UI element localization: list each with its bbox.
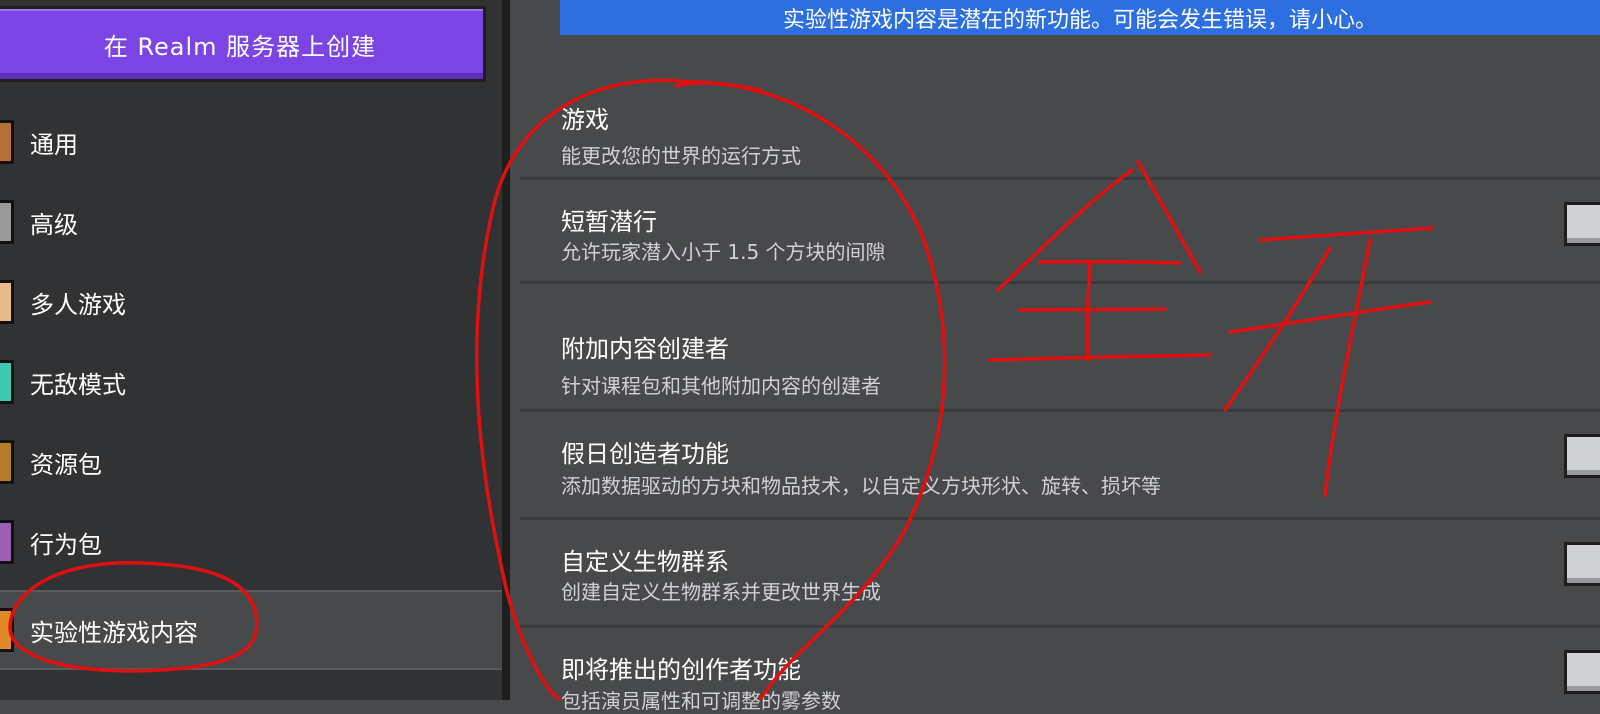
setting-short-sneaking: 短暂潜行 允许玩家潜入小于 1.5 个方块的间隙 — [520, 180, 1600, 284]
sidebar-item-label: 通用 — [30, 130, 78, 159]
sidebar-item-behavior-packs[interactable]: 行为包 — [0, 502, 502, 582]
setting-description: 添加数据驱动的方块和物品技术，以自定义方块形状、旋转、损坏等 — [561, 474, 1161, 498]
sidebar-item-label: 实验性游戏内容 — [30, 618, 198, 647]
upcoming-creator-features-toggle[interactable] — [1564, 650, 1600, 694]
short-sneaking-toggle[interactable] — [1564, 202, 1600, 246]
holiday-creator-features-toggle[interactable] — [1564, 434, 1600, 478]
section-gameplay: 游戏 能更改您的世界的运行方式 — [520, 86, 1600, 180]
sidebar-item-advanced[interactable]: 高级 — [0, 182, 502, 262]
sidebar-item-label: 多人游戏 — [30, 290, 126, 319]
setting-description: 创建自定义生物群系并更改世界生成 — [561, 580, 881, 604]
setting-upcoming-creator-features: 即将推出的创作者功能 包括演员属性和可调整的雾参数 — [520, 628, 1600, 713]
experiments-icon — [0, 608, 14, 652]
multiplayer-icon — [0, 280, 14, 324]
behavior-pack-icon — [0, 520, 14, 564]
settings-sidebar: 在 Realm 服务器上创建 通用 高级 多人游戏 无敌模式 资源包 行为包 实… — [0, 0, 510, 700]
resource-pack-icon — [0, 440, 14, 484]
setting-title: 附加内容创建者 — [561, 335, 729, 363]
experimental-warning-banner: 实验性游戏内容是潜在的新功能。可能会发生错误，请小心。 — [560, 0, 1600, 35]
cheats-icon — [0, 360, 14, 404]
setting-description: 针对课程包和其他附加内容的创建者 — [561, 374, 881, 398]
custom-biomes-toggle[interactable] — [1564, 542, 1600, 586]
setting-title: 即将推出的创作者功能 — [561, 656, 801, 684]
gear-icon — [0, 120, 14, 164]
sidebar-item-general[interactable]: 通用 — [0, 102, 502, 182]
setting-description: 允许玩家潜入小于 1.5 个方块的间隙 — [561, 240, 886, 264]
setting-description: 能更改您的世界的运行方式 — [561, 144, 801, 168]
sidebar-item-label: 无敌模式 — [30, 370, 126, 399]
sidebar-item-label: 行为包 — [30, 530, 102, 559]
sidebar-item-multiplayer[interactable]: 多人游戏 — [0, 262, 502, 342]
setting-custom-biomes: 自定义生物群系 创建自定义生物群系并更改世界生成 — [520, 520, 1600, 628]
sidebar-item-label: 高级 — [30, 210, 78, 239]
advanced-icon — [0, 200, 14, 244]
setting-holiday-creator-features: 假日创造者功能 添加数据驱动的方块和物品技术，以自定义方块形状、旋转、损坏等 — [520, 412, 1600, 520]
sidebar-item-cheats[interactable]: 无敌模式 — [0, 342, 502, 422]
sidebar-item-label: 资源包 — [30, 450, 102, 479]
setting-title: 假日创造者功能 — [561, 440, 729, 468]
sidebar-item-resource-packs[interactable]: 资源包 — [0, 422, 502, 502]
setting-title: 短暂潜行 — [561, 208, 657, 236]
setting-title: 游戏 — [561, 106, 609, 134]
sidebar-item-experiments[interactable]: 实验性游戏内容 — [0, 590, 502, 670]
setting-title: 自定义生物群系 — [561, 548, 729, 576]
create-on-realm-button[interactable]: 在 Realm 服务器上创建 — [0, 6, 486, 82]
section-addon-creators: 附加内容创建者 针对课程包和其他附加内容的创建者 — [520, 284, 1600, 412]
